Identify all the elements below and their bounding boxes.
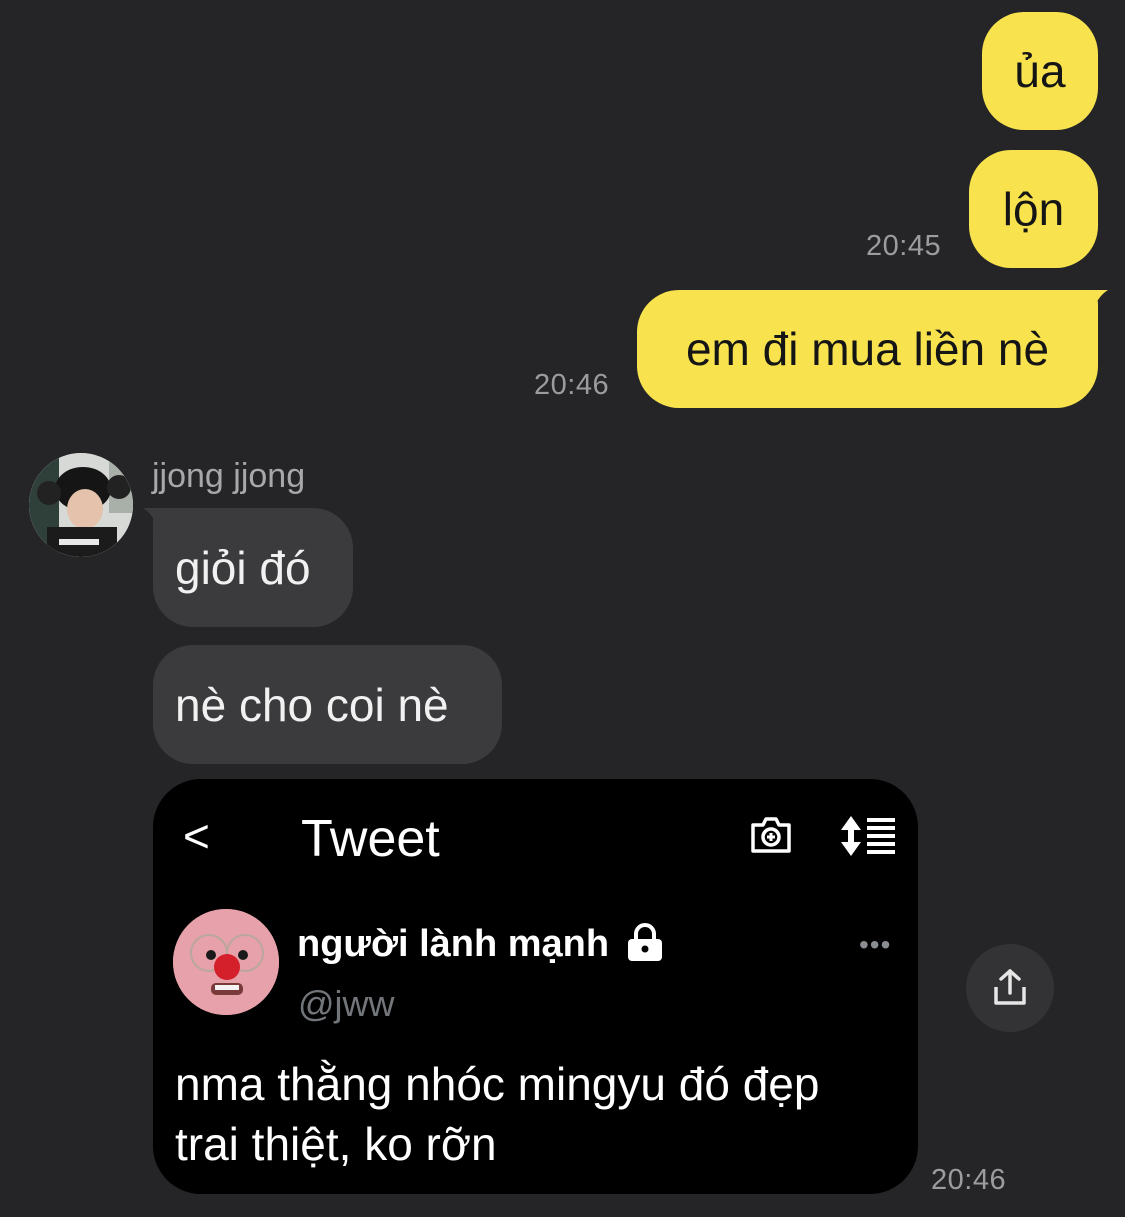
shared-tweet-image[interactable]: < Tweet người lành mạnh ••• @jww nma thằ… (153, 779, 918, 1194)
camera-icon (751, 817, 791, 853)
bubble-tail (1084, 290, 1108, 312)
sort-lines-icon (841, 816, 895, 856)
more-options-icon: ••• (859, 929, 892, 960)
outgoing-message-bubble[interactable]: ủa (982, 12, 1098, 130)
incoming-message-bubble[interactable]: giỏi đó (153, 508, 353, 627)
sender-name: jjong jjong (152, 457, 306, 495)
tweet-author-handle: @jww (298, 983, 395, 1024)
message-text: em đi mua liền nè (685, 323, 1050, 375)
lock-icon (628, 923, 662, 961)
message-text: giỏi đó (175, 541, 311, 594)
sender-avatar[interactable] (29, 453, 133, 557)
incoming-message-bubble[interactable]: nè cho coi nè (153, 645, 502, 764)
message-text: lộn (1002, 183, 1065, 235)
outgoing-message-bubble[interactable]: em đi mua liền nè (637, 290, 1098, 408)
message-timestamp: 20:46 (534, 369, 610, 401)
tweet-text: nma thằng nhóc mingyu đó đẹp trai thiệt,… (175, 1058, 820, 1170)
share-button[interactable] (966, 944, 1054, 1032)
message-text: nè cho coi nè (175, 678, 449, 731)
tweet-author-name: người lành mạnh (297, 923, 610, 965)
profile-photo-icon (29, 453, 133, 557)
tweet-author-avatar (173, 909, 279, 1015)
pink-mascot-icon (173, 909, 279, 1015)
message-timestamp: 20:45 (866, 230, 942, 262)
bubble-tail (143, 508, 167, 530)
back-chevron-icon: < (183, 810, 210, 862)
message-text: ủa (1014, 45, 1066, 97)
message-timestamp: 20:46 (931, 1164, 1007, 1196)
share-icon (994, 969, 1026, 1005)
chat-view: ủa lộn 20:45 em đi mua liền nè 20:46 jjo… (0, 0, 1125, 1217)
tweet-header-title: Tweet (301, 810, 440, 868)
outgoing-message-bubble[interactable]: lộn (969, 150, 1098, 268)
